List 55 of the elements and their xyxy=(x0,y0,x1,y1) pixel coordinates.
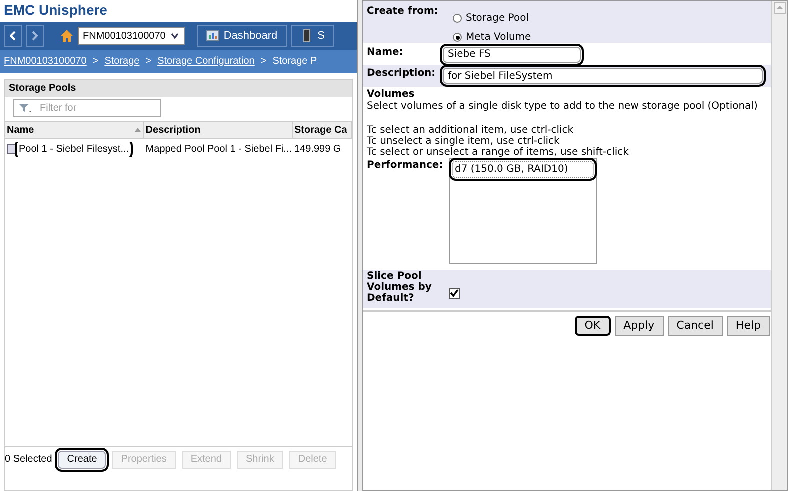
sort-icon xyxy=(134,128,141,132)
name-field[interactable]: Siebe FS xyxy=(443,46,581,62)
description-field[interactable]: for Siebel FileSystem xyxy=(443,68,763,84)
back-icon xyxy=(10,31,16,41)
table-cell-text: 149.999 G xyxy=(294,142,342,156)
dialog-button[interactable]: Help xyxy=(726,316,770,336)
dashboard-icon xyxy=(206,29,220,43)
checkbox[interactable] xyxy=(449,288,460,299)
dialog-button[interactable]: OK xyxy=(574,316,611,336)
field-label: Performance: xyxy=(366,159,444,173)
radio-button[interactable] xyxy=(453,14,462,23)
breadcrumb-text: > xyxy=(92,55,99,69)
performance-listbox[interactable]: d7 (150.0 GB, RAID10) xyxy=(449,158,597,264)
option-label: Meta Volume xyxy=(466,31,532,45)
hint-text: Tc select an additional item, use ctrl-click xyxy=(367,125,575,136)
column-header[interactable]: Name xyxy=(7,122,34,138)
panel-title: Storage Pools xyxy=(5,80,352,97)
pool-icon xyxy=(7,144,16,154)
nav-tab[interactable]: Dashboard xyxy=(196,25,287,47)
hint-text: Tc select or unselect a range of items, use shift-click xyxy=(367,147,630,158)
dropdown-icon xyxy=(170,31,180,41)
section-title: Volumes xyxy=(366,88,416,101)
nav-tab[interactable]: S xyxy=(290,25,334,47)
breadcrumb-link[interactable]: FNM00103100070 xyxy=(4,54,87,69)
field-label: Description: xyxy=(366,67,437,81)
selection-count: 0 Selected xyxy=(5,453,52,467)
help-text: Select volumes of a single disk type to add to the new storage pool (Optional) xyxy=(366,101,759,113)
column-header[interactable]: Description xyxy=(146,122,201,138)
field-label: Create from: xyxy=(366,5,440,19)
table-cell-text: Mapped Pool Pool 1 - Siebel Fi... xyxy=(146,142,292,156)
option-label: Storage Pool xyxy=(466,12,529,26)
breadcrumb-text: > xyxy=(260,55,267,69)
scrollbar[interactable] xyxy=(771,1,787,490)
list-item[interactable]: d7 (150.0 GB, RAID10) xyxy=(452,161,594,178)
column-header[interactable]: Storage Ca xyxy=(294,122,348,138)
field-label: Slice Pool Volumes by Default? xyxy=(366,270,433,306)
breadcrumb-link[interactable]: Storage Configuration xyxy=(158,54,255,69)
filter-field[interactable]: Filter for xyxy=(13,99,161,117)
dialog-button[interactable]: Cancel xyxy=(668,316,723,336)
dialog-button[interactable]: Apply xyxy=(614,316,664,336)
filter-input[interactable]: Filter for xyxy=(40,100,150,116)
system-dropdown[interactable]: FNM00103100070 xyxy=(78,27,185,45)
breadcrumb-text: > xyxy=(146,55,152,69)
radio-button[interactable] xyxy=(453,33,462,42)
breadcrumb-text: Storage P xyxy=(272,55,318,69)
system-name: FNM00103100070 xyxy=(83,30,166,44)
funnel-icon xyxy=(18,103,32,113)
forward-button[interactable] xyxy=(26,25,44,47)
forward-icon xyxy=(32,31,38,41)
field-label: Name: xyxy=(366,46,404,60)
breadcrumb-link[interactable]: Storage xyxy=(104,54,140,69)
app-title: EMC Unisphere xyxy=(3,1,108,20)
hint-text: Tc unselect a single item, use ctrl-click xyxy=(367,136,561,147)
back-button[interactable] xyxy=(4,25,22,47)
home-icon[interactable] xyxy=(60,29,74,43)
